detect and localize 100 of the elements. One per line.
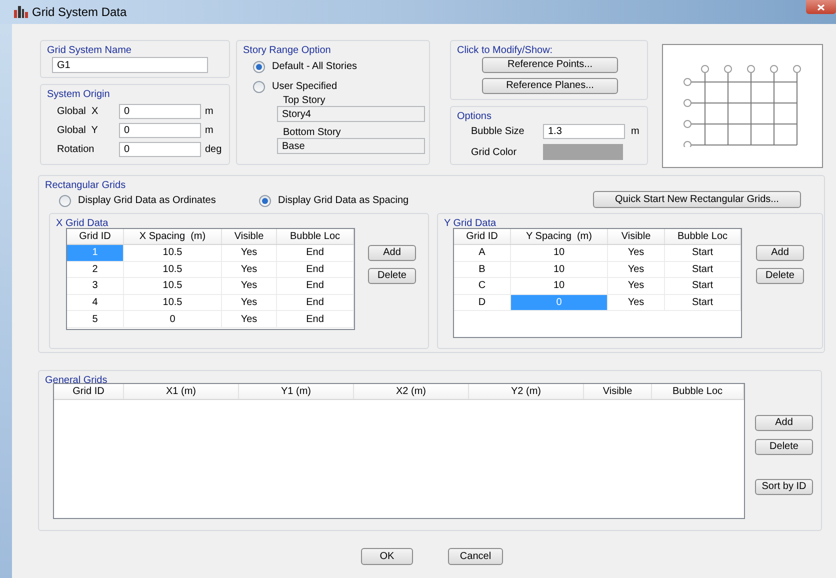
column-header[interactable]: Bubble Loc [277, 229, 354, 244]
table-cell[interactable]: 4 [67, 294, 124, 310]
table-cell[interactable]: Yes [608, 294, 665, 310]
column-header[interactable]: X1 (m) [124, 384, 239, 399]
table-cell[interactable]: B [454, 262, 511, 278]
table-cell[interactable]: A [454, 245, 511, 261]
dropdown-field[interactable]: Story4 [277, 106, 425, 122]
button[interactable]: Sort by ID [755, 479, 813, 495]
table-cell[interactable]: 10.5 [124, 278, 222, 294]
group-label: General Grids [45, 374, 108, 386]
column-header[interactable]: Y1 (m) [239, 384, 354, 399]
button[interactable]: Cancel [448, 548, 503, 565]
table-cell[interactable]: Start [665, 278, 741, 294]
radio-button[interactable] [259, 194, 271, 206]
field-label: Bottom Story [283, 126, 342, 138]
group-label: Y Grid Data [444, 217, 496, 231]
unit-label: deg [205, 143, 222, 157]
table-cell[interactable]: C [454, 278, 511, 294]
window-title: Grid System Data [32, 4, 127, 21]
table-cell[interactable]: Yes [222, 311, 277, 327]
table-cell[interactable]: 5 [67, 311, 124, 327]
button[interactable]: Add [756, 245, 804, 261]
group-label: Grid System Name [47, 44, 132, 58]
group-label: X Grid Data [56, 217, 108, 231]
button[interactable]: OK [361, 548, 413, 565]
button[interactable]: Delete [368, 268, 416, 284]
table-cell[interactable]: 3 [67, 278, 124, 294]
close-icon [817, 4, 825, 10]
table-cell[interactable]: End [277, 278, 354, 294]
button[interactable]: Add [368, 245, 416, 261]
column-header[interactable]: Bubble Loc [665, 229, 741, 244]
group-label: Options [457, 110, 492, 124]
column-header[interactable]: Grid ID [454, 229, 511, 244]
table-cell[interactable]: Start [665, 245, 741, 261]
button[interactable]: Delete [756, 268, 804, 284]
unit-label: m [631, 125, 640, 139]
table-cell[interactable]: 10 [511, 278, 608, 294]
radio-button[interactable] [59, 194, 71, 206]
table-cell[interactable]: Yes [608, 262, 665, 278]
color-swatch[interactable] [543, 144, 623, 160]
field-label: Grid Color [471, 146, 518, 160]
table-cell[interactable]: Yes [608, 245, 665, 261]
radio-label: Default - All Stories [272, 60, 358, 74]
group-label: Story Range Option [243, 44, 331, 58]
radio-label: User Specified [272, 80, 338, 94]
table-cell[interactable]: 10.5 [124, 245, 222, 261]
radio-label: Display Grid Data as Spacing [278, 194, 409, 208]
input-field[interactable]: 0 [119, 142, 201, 157]
group-label: Rectangular Grids [45, 179, 126, 193]
field-label: Global Y [57, 124, 99, 138]
table-cell[interactable]: End [277, 262, 354, 278]
table-cell[interactable]: Yes [222, 278, 277, 294]
button[interactable]: Add [755, 415, 813, 431]
table-cell[interactable]: 10 [511, 245, 608, 261]
column-header[interactable]: X Spacing (m) [124, 229, 222, 244]
input-field[interactable]: 0 [119, 104, 201, 119]
table-cell[interactable]: Yes [608, 278, 665, 294]
app-icon [14, 6, 28, 18]
table-cell[interactable]: 2 [67, 262, 124, 278]
table-cell[interactable]: Start [665, 294, 741, 310]
name-field[interactable]: G1 [52, 57, 208, 73]
radio-button[interactable] [253, 80, 265, 92]
table-cell[interactable]: End [277, 311, 354, 327]
dropdown-field[interactable]: Base [277, 138, 425, 154]
column-header[interactable]: Visible [608, 229, 665, 244]
field-label: Global X [57, 105, 100, 119]
close-button[interactable] [806, 0, 836, 14]
column-header[interactable]: Visible [222, 229, 277, 244]
table-cell[interactable]: Yes [222, 245, 277, 261]
column-header[interactable]: Grid ID [54, 384, 124, 399]
group-label: System Origin [47, 88, 110, 102]
button[interactable]: Quick Start New Rectangular Grids... [593, 191, 801, 208]
column-header[interactable]: Bubble Loc [652, 384, 744, 399]
table-cell[interactable]: End [277, 294, 354, 310]
field-label: Top Story [283, 94, 326, 106]
table-cell[interactable]: Yes [222, 294, 277, 310]
table-cell[interactable]: Start [665, 262, 741, 278]
table-cell[interactable]: 10.5 [124, 262, 222, 278]
button[interactable]: Reference Planes... [482, 78, 618, 94]
unit-label: m [205, 124, 214, 138]
table-cell[interactable]: 10 [511, 262, 608, 278]
table-cell[interactable]: 0 [124, 311, 222, 327]
input-field[interactable]: 1.3 [543, 124, 625, 139]
input-field[interactable]: 0 [119, 123, 201, 138]
column-header[interactable]: Y Spacing (m) [511, 229, 608, 244]
group-label: Click to Modify/Show: [457, 44, 553, 58]
radio-label: Display Grid Data as Ordinates [78, 194, 216, 208]
button[interactable]: Reference Points... [482, 57, 618, 73]
table-cell[interactable]: End [277, 245, 354, 261]
column-header[interactable]: Grid ID [67, 229, 124, 244]
field-label: Bubble Size [471, 125, 526, 139]
table-cell[interactable]: 10.5 [124, 294, 222, 310]
column-header[interactable]: Y2 (m) [469, 384, 584, 399]
unit-label: m [205, 105, 214, 119]
field-label: Rotation [57, 143, 96, 157]
radio-button[interactable] [253, 60, 265, 72]
column-header[interactable]: Visible [584, 384, 652, 399]
button[interactable]: Delete [755, 439, 813, 455]
column-header[interactable]: X2 (m) [354, 384, 469, 399]
table-cell[interactable]: Yes [222, 262, 277, 278]
